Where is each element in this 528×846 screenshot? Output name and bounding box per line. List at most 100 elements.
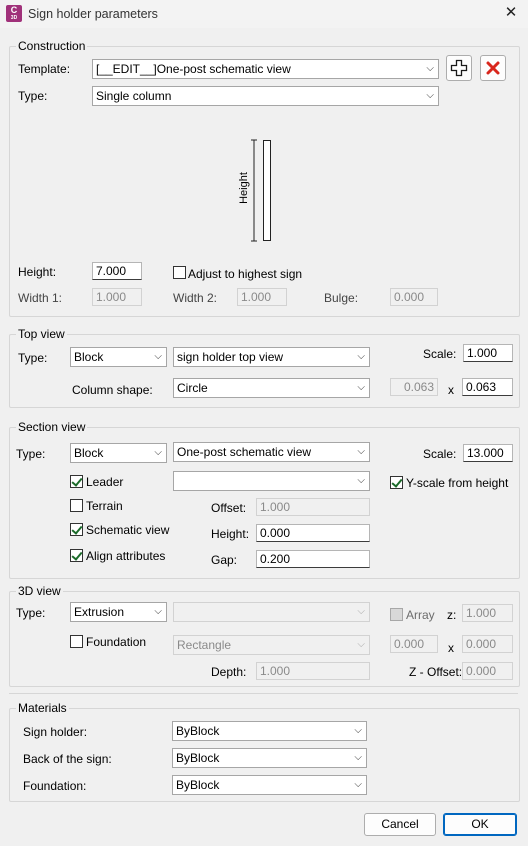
leader-select[interactable]: ⌵ [173, 471, 370, 491]
app-icon-letter: C [10, 5, 18, 15]
top-view-scale-input[interactable]: 1.000 [463, 344, 513, 362]
column-dim-x-input: 0.063 [390, 378, 438, 396]
section-scale-input[interactable]: 13.000 [463, 444, 513, 462]
foundation-shape-select: Rectangle ⌵ [173, 635, 370, 655]
section-type-select[interactable]: Block ⌵ [70, 443, 167, 463]
array-checkbox [390, 608, 403, 621]
yscale-label: Y-scale from height [406, 476, 509, 490]
plus-icon [450, 59, 468, 77]
chevron-down-icon: ⌵ [154, 351, 162, 362]
top-view-block-select[interactable]: sign holder top view ⌵ [173, 347, 370, 367]
column-x-label: x [448, 383, 454, 397]
section-type-label: Type: [16, 447, 46, 461]
app-icon: C 3D [6, 5, 22, 22]
foundation-material-label: Foundation: [23, 779, 87, 793]
foundation-y-input: 0.000 [462, 635, 513, 653]
width2-input: 1.000 [237, 288, 287, 306]
depth-label: Depth: [211, 665, 247, 679]
depth-input: 1.000 [256, 662, 370, 680]
ok-button[interactable]: OK [443, 813, 517, 836]
top-view-block-select-value: sign holder top view [177, 350, 284, 364]
offset-label: Offset: [211, 501, 247, 515]
add-template-button[interactable] [446, 55, 472, 81]
z-offset-input: 0.000 [462, 662, 513, 680]
cancel-button[interactable]: Cancel [364, 813, 436, 836]
sign-holder-material-label: Sign holder: [23, 725, 88, 739]
view3d-second-select: ⌵ [173, 602, 370, 622]
top-view-scale-label: Scale: [423, 347, 457, 361]
z-offset-label: Z - Offset: [409, 665, 463, 679]
bulge-label: Bulge: [324, 291, 359, 305]
view3d-type-select[interactable]: Extrusion ⌵ [70, 602, 167, 622]
construction-type-select[interactable]: Single column ⌵ [92, 86, 439, 106]
height-label: Height: [18, 265, 57, 279]
z-label: z: [447, 608, 457, 622]
foundation-checkbox[interactable] [70, 635, 83, 648]
width1-label: Width 1: [18, 291, 63, 305]
column-shape-label: Column shape: [72, 383, 153, 397]
align-attributes-label: Align attributes [86, 549, 166, 563]
width1-input: 1.000 [92, 288, 142, 306]
window-title: Sign holder parameters [28, 7, 158, 21]
section-height-input[interactable]: 0.000 [256, 524, 370, 542]
preview-height-label: Height [238, 172, 250, 204]
column-shape-select[interactable]: Circle ⌵ [173, 378, 370, 398]
z-input: 1.000 [462, 604, 513, 622]
leader-checkbox[interactable] [70, 475, 83, 488]
column-shape-select-value: Circle [177, 381, 208, 395]
top-view-type-select[interactable]: Block ⌵ [70, 347, 167, 367]
divider [9, 693, 518, 694]
yscale-checkbox[interactable] [390, 476, 403, 489]
top-view-type-label: Type: [18, 351, 48, 365]
chevron-down-icon: ⌵ [354, 752, 362, 763]
sign-holder-material-select[interactable]: ByBlock ⌵ [172, 721, 367, 741]
chevron-down-icon: ⌵ [357, 606, 365, 617]
column-dim-y-input[interactable]: 0.063 [462, 378, 513, 396]
terrain-checkbox[interactable] [70, 499, 83, 512]
chevron-down-icon: ⌵ [357, 446, 365, 457]
construction-type-label: Type: [18, 89, 48, 103]
chevron-down-icon: ⌵ [354, 779, 362, 790]
delete-x-icon [486, 61, 500, 75]
materials-legend: Materials [18, 701, 67, 715]
close-icon[interactable]: ✕ [500, 3, 522, 23]
back-of-sign-material-value: ByBlock [176, 751, 220, 765]
section-block-select-value: One-post schematic view [177, 445, 312, 459]
top-view-type-select-value: Block [74, 350, 104, 364]
view3d-type-label: Type: [16, 606, 46, 620]
schematic-view-checkbox[interactable] [70, 523, 83, 536]
template-label: Template: [18, 62, 71, 76]
foundation-x-label: x [448, 641, 454, 655]
section-height-label: Height: [211, 527, 250, 541]
chevron-down-icon: ⌵ [426, 63, 434, 74]
foundation-material-value: ByBlock [176, 778, 220, 792]
section-view-legend: Section view [18, 420, 86, 434]
chevron-down-icon: ⌵ [354, 725, 362, 736]
chevron-down-icon: ⌵ [357, 351, 365, 362]
view3d-legend: 3D view [18, 584, 61, 598]
chevron-down-icon: ⌵ [357, 475, 365, 486]
app-icon-sub: 3D [10, 15, 18, 21]
foundation-x-input: 0.000 [390, 635, 438, 653]
gap-input[interactable]: 0.200 [256, 550, 370, 568]
back-of-sign-material-label: Back of the sign: [23, 752, 112, 766]
construction-legend: Construction [18, 39, 86, 53]
chevron-down-icon: ⌵ [154, 447, 162, 458]
back-of-sign-material-select[interactable]: ByBlock ⌵ [172, 748, 367, 768]
foundation-label: Foundation [86, 635, 147, 649]
delete-template-button[interactable] [480, 55, 506, 81]
align-attributes-checkbox[interactable] [70, 549, 83, 562]
template-select[interactable]: [__EDIT__]One-post schematic view ⌵ [92, 59, 439, 79]
array-label: Array [406, 608, 435, 622]
section-type-select-value: Block [74, 446, 104, 460]
offset-input: 1.000 [256, 498, 370, 516]
adjust-highest-checkbox[interactable] [173, 266, 186, 279]
leader-label: Leader [86, 475, 124, 489]
height-input[interactable]: 7.000 [92, 262, 142, 280]
foundation-material-select[interactable]: ByBlock ⌵ [172, 775, 367, 795]
section-scale-label: Scale: [423, 447, 457, 461]
bulge-input: 0.000 [390, 288, 438, 306]
view3d-type-select-value: Extrusion [74, 605, 125, 619]
width2-label: Width 2: [173, 291, 218, 305]
section-block-select[interactable]: One-post schematic view ⌵ [173, 442, 370, 462]
